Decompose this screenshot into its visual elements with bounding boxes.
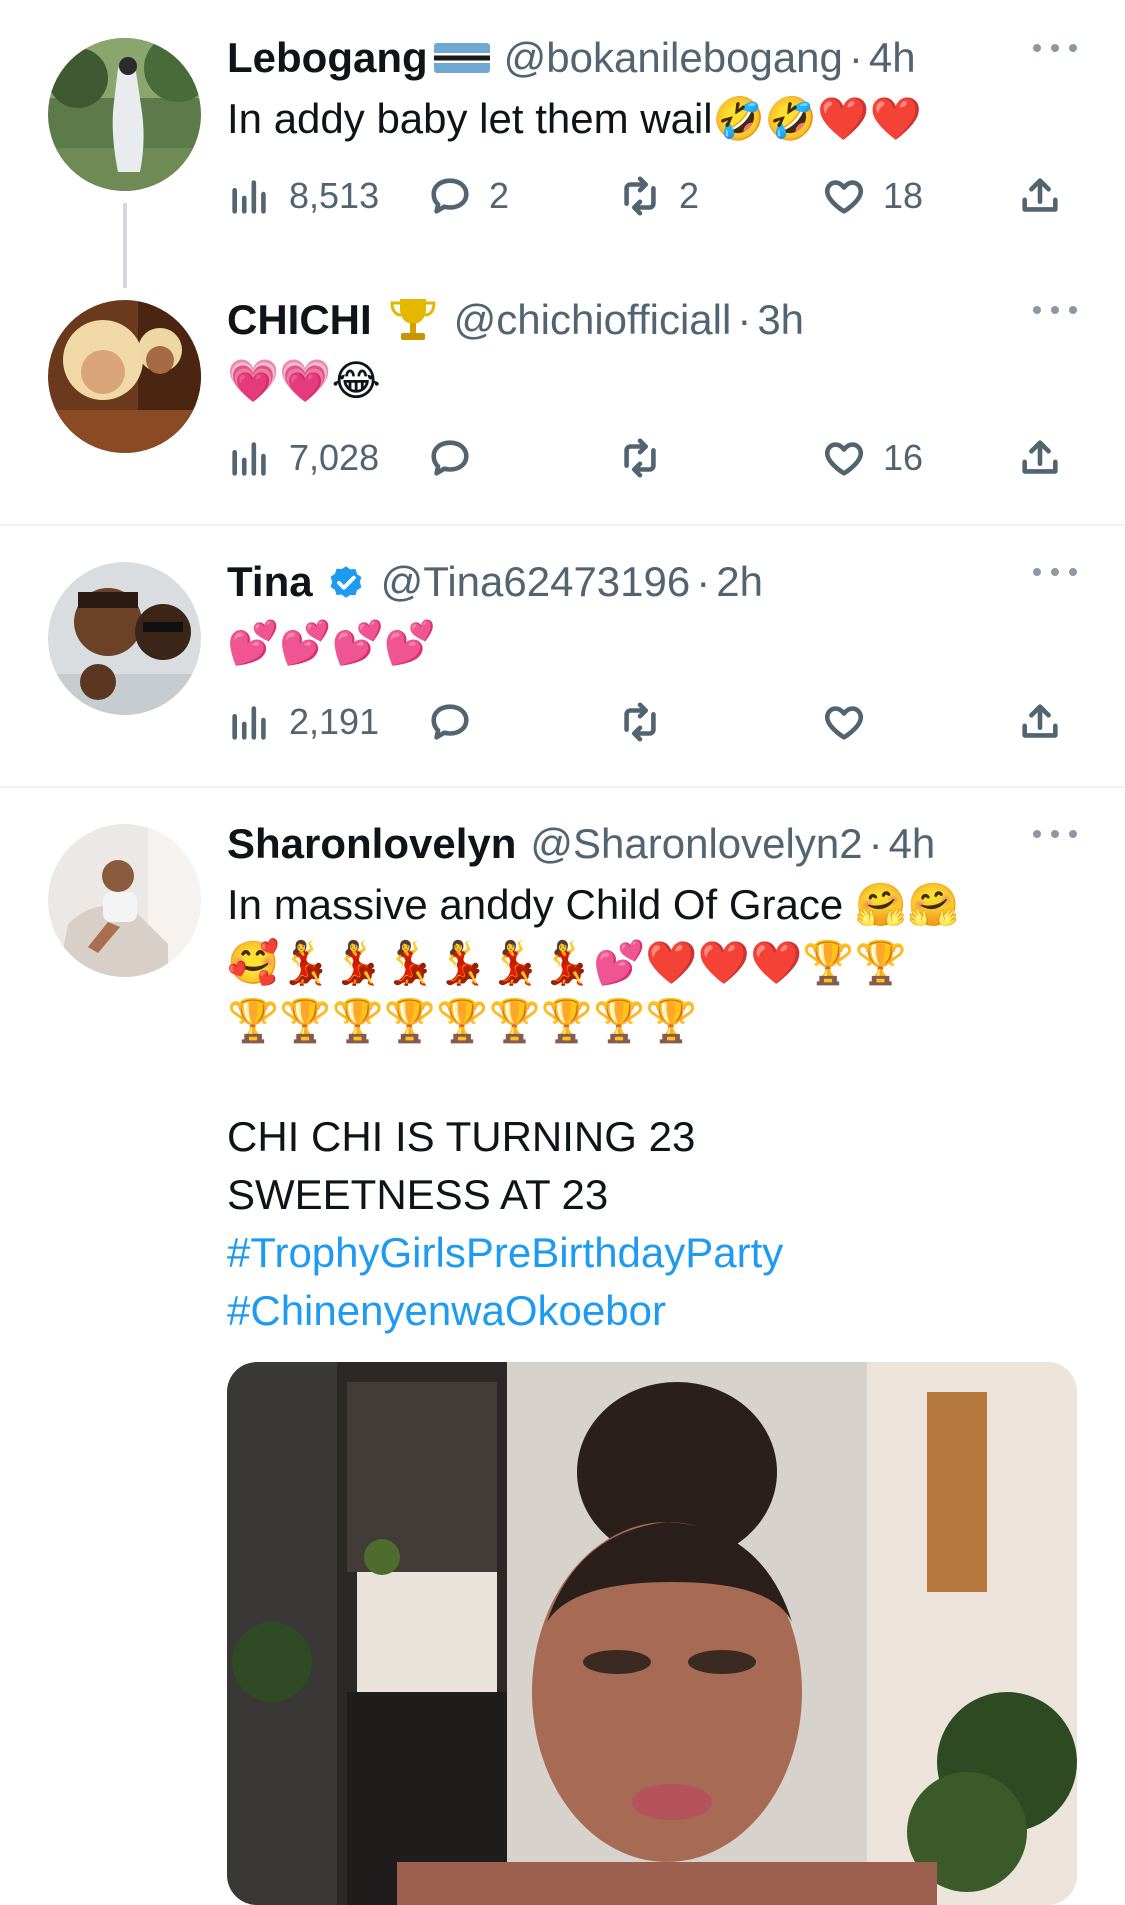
tweet-text-line: CHI CHI IS TURNING 23 — [227, 1113, 696, 1160]
retweet-count: 2 — [679, 175, 700, 216]
views-count: 8,513 — [289, 175, 380, 216]
reply-button[interactable]: 2 — [427, 166, 509, 226]
bar-chart-icon — [227, 173, 273, 219]
tweet-text-line: SWEETNESS AT 23 — [227, 1171, 609, 1218]
share-icon — [1017, 435, 1063, 481]
views-count: 7,028 — [289, 437, 380, 478]
share-icon — [1017, 699, 1063, 745]
tweet-emoji-line: 🥰💃💃💃💃💃💃💕❤️❤️❤️🏆🏆 — [227, 938, 907, 987]
tweet-sharonlovelyn[interactable]: Sharonlovelyn @Sharonlovelyn2 · 4h In ma… — [0, 788, 1125, 1905]
tweet-header: CHICHI @chichiofficiall · 3h — [227, 290, 1077, 350]
timestamp[interactable]: 3h — [757, 296, 804, 344]
avatar[interactable] — [48, 562, 201, 715]
tweet-text: In addy baby let them wail🤣🤣❤️❤️ — [227, 95, 922, 142]
tweet-actions: 7,028 16 — [227, 428, 1077, 488]
avatar[interactable] — [48, 38, 201, 191]
timestamp[interactable]: 4h — [889, 820, 936, 868]
share-button[interactable] — [1017, 428, 1063, 488]
timestamp[interactable]: 2h — [716, 558, 763, 606]
retweet-icon — [617, 173, 663, 219]
tweet-actions: 2,191 — [227, 692, 1077, 752]
views-button[interactable]: 7,028 — [227, 428, 379, 488]
display-name[interactable]: Lebogang — [227, 34, 428, 82]
more-options-icon[interactable] — [1033, 42, 1077, 54]
avatar[interactable] — [48, 300, 201, 453]
retweet-icon — [617, 699, 663, 745]
more-options-icon[interactable] — [1033, 566, 1077, 578]
reply-count: 2 — [489, 175, 510, 216]
tweet-text-line: In massive anddy Child Of Grace 🤗🤗 — [227, 881, 960, 928]
user-handle[interactable]: @bokanilebogang — [504, 34, 843, 82]
views-count: 2,191 — [289, 701, 380, 742]
photo-image — [227, 1362, 1077, 1905]
heart-icon — [821, 699, 867, 745]
tweet-header: Lebogang @bokanilebogang · 4h — [227, 28, 1077, 88]
like-button[interactable] — [821, 692, 883, 752]
tweet-header: Tina @Tina62473196 · 2h — [227, 552, 1077, 612]
tweet-emoji-line: 🏆🏆🏆🏆🏆🏆🏆🏆🏆 — [227, 996, 698, 1045]
separator-dot: · — [848, 34, 863, 81]
retweet-button[interactable] — [617, 428, 679, 488]
like-button[interactable]: 16 — [821, 428, 923, 488]
verified-badge-icon — [330, 566, 361, 598]
user-handle[interactable]: @chichiofficiall — [454, 296, 732, 344]
timestamp[interactable]: 4h — [869, 34, 916, 82]
trophy-icon — [390, 299, 436, 340]
tweet-header: Sharonlovelyn @Sharonlovelyn2 · 4h — [227, 814, 1077, 874]
display-name[interactable]: Tina — [227, 558, 313, 606]
more-options-icon[interactable] — [1033, 828, 1077, 840]
avatar[interactable] — [48, 824, 201, 977]
bar-chart-icon — [227, 699, 273, 745]
speech-bubble-icon — [427, 173, 473, 219]
separator-dot: · — [696, 558, 711, 605]
share-button[interactable] — [1017, 692, 1063, 752]
separator-dot: · — [868, 820, 883, 867]
tweet-lebogang[interactable]: Lebogang @bokanilebogang · 4h In addy ba… — [0, 0, 1125, 288]
retweet-button[interactable]: 2 — [617, 166, 699, 226]
hashtag-link[interactable]: #TrophyGirlsPreBirthdayParty — [227, 1224, 1077, 1282]
tweet-media-photo[interactable] — [227, 1362, 1077, 1905]
user-handle[interactable]: @Tina62473196 — [381, 558, 691, 606]
share-button[interactable] — [1017, 166, 1063, 226]
separator-dot: · — [737, 296, 752, 343]
user-handle[interactable]: @Sharonlovelyn2 — [530, 820, 862, 868]
views-button[interactable]: 8,513 — [227, 166, 379, 226]
retweet-button[interactable] — [617, 692, 679, 752]
avatar-photo — [48, 824, 201, 977]
views-button[interactable]: 2,191 — [227, 692, 379, 752]
tweet-text: 💗💗😂 — [227, 356, 381, 405]
reply-button[interactable] — [427, 692, 489, 752]
display-name[interactable]: CHICHI — [227, 296, 372, 344]
avatar-photo — [48, 300, 201, 453]
tweet-tina[interactable]: Tina @Tina62473196 · 2h 💕💕💕💕 2,191 — [0, 526, 1125, 786]
tweet-actions: 8,513 2 2 18 — [227, 166, 1077, 226]
avatar-photo — [48, 38, 201, 191]
tweet-text: 💕💕💕💕 — [227, 618, 437, 667]
like-button[interactable]: 18 — [821, 166, 923, 226]
heart-icon — [821, 173, 867, 219]
speech-bubble-icon — [427, 435, 473, 481]
speech-bubble-icon — [427, 699, 473, 745]
bar-chart-icon — [227, 435, 273, 481]
like-count: 16 — [883, 437, 924, 478]
like-count: 18 — [883, 175, 924, 216]
tweet-text: In massive anddy Child Of Grace 🤗🤗 🥰💃💃💃💃… — [227, 876, 1077, 1340]
heart-icon — [821, 435, 867, 481]
hashtag-link[interactable]: #ChinenyenwaOkoebor — [227, 1282, 1077, 1340]
avatar-photo — [48, 562, 201, 715]
display-name[interactable]: Sharonlovelyn — [227, 820, 516, 868]
more-options-icon[interactable] — [1033, 304, 1077, 316]
tweet-chichi[interactable]: CHICHI @chichiofficiall · 3h 💗💗😂 7,028 1… — [0, 262, 1125, 524]
share-icon — [1017, 173, 1063, 219]
retweet-icon — [617, 435, 663, 481]
reply-button[interactable] — [427, 428, 489, 488]
botswana-flag-icon — [433, 43, 490, 73]
